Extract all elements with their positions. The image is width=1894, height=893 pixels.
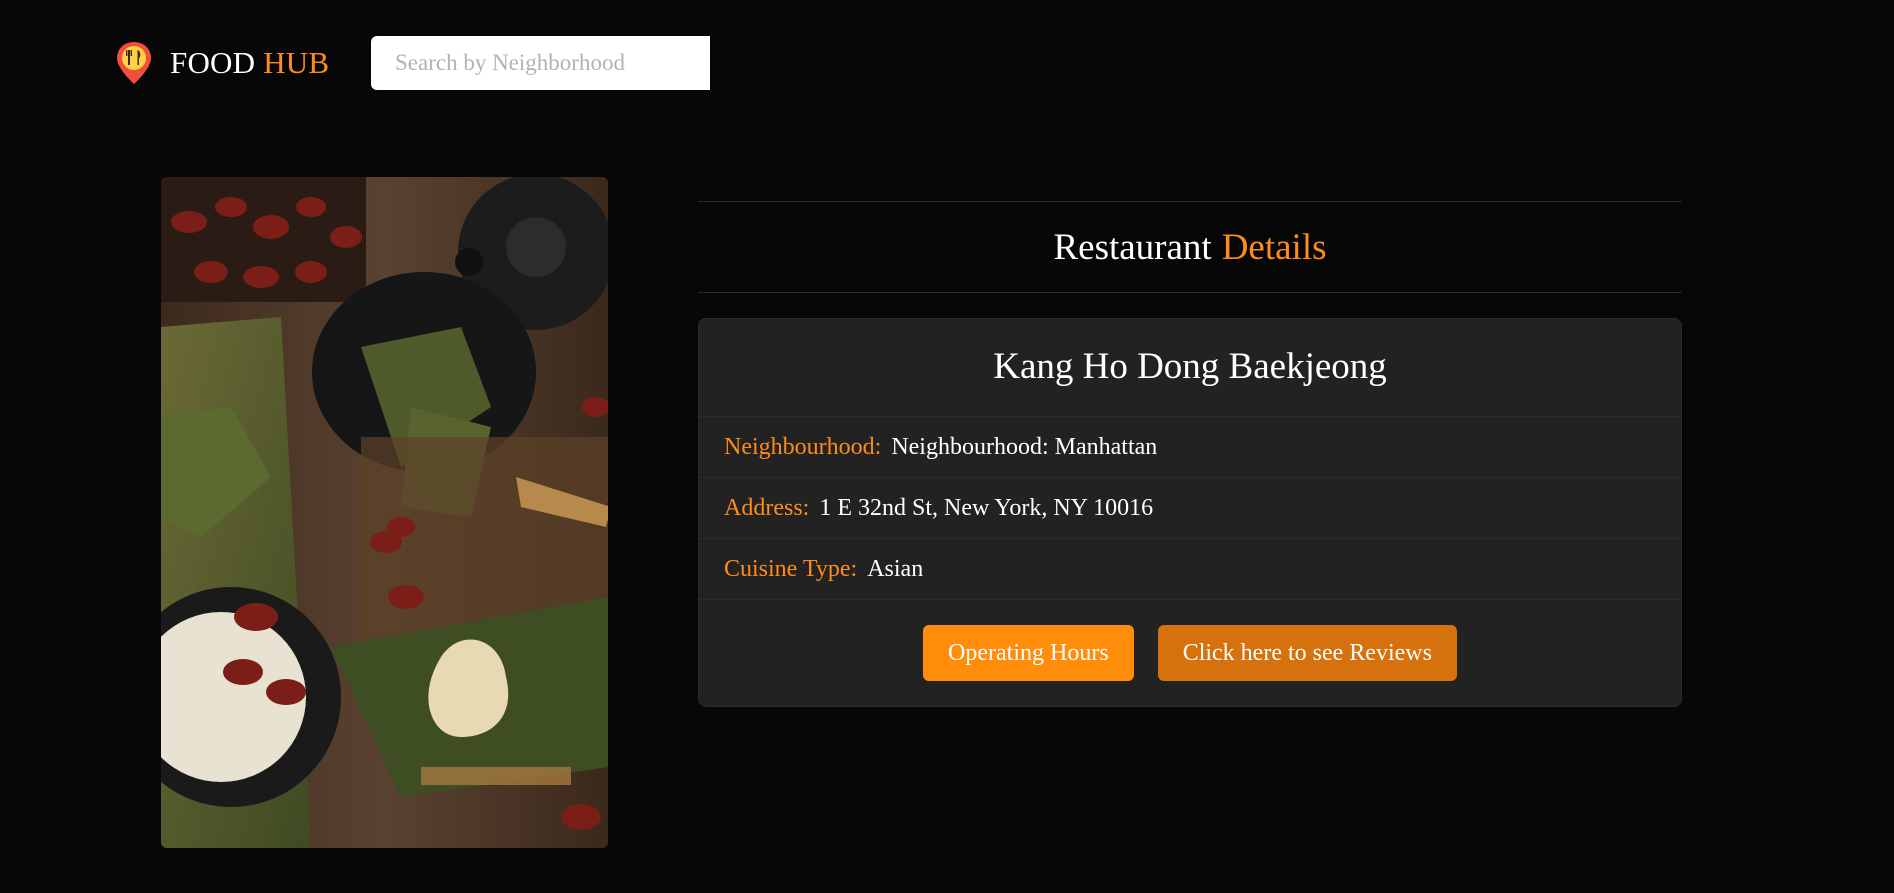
detail-row-address: Address: 1 E 32nd St, New York, NY 10016: [699, 477, 1681, 538]
food-photo-dumplings: [161, 177, 608, 848]
cuisine-value: Asian: [867, 555, 924, 582]
brand-name: FOOD HUB: [170, 45, 329, 81]
operating-hours-button[interactable]: Operating Hours: [923, 625, 1134, 681]
section-heading: Restaurant Details: [698, 201, 1682, 293]
address-label: Address:: [724, 494, 810, 521]
restaurant-details: Restaurant Details Kang Ho Dong Baekjeon…: [698, 201, 1682, 707]
action-row: Operating Hours Click here to see Review…: [699, 599, 1681, 706]
detail-row-neighbourhood: Neighbourhood: Neighbourhood: Manhattan: [699, 416, 1681, 477]
detail-row-cuisine: Cuisine Type: Asian: [699, 538, 1681, 599]
restaurant-photo: [161, 177, 608, 848]
address-value: 1 E 32nd St, New York, NY 10016: [819, 494, 1154, 521]
see-reviews-button[interactable]: Click here to see Reviews: [1157, 625, 1457, 681]
section-heading-accent: Details: [1221, 226, 1327, 268]
cuisine-label: Cuisine Type:: [724, 555, 858, 582]
brand-logo[interactable]: FOOD HUB: [114, 40, 329, 86]
brand-name-accent: HUB: [263, 45, 330, 80]
section-heading-primary: Restaurant: [1053, 226, 1212, 268]
map-pin-cutlery-icon: [117, 42, 151, 84]
search-input[interactable]: [371, 36, 710, 90]
brand-name-primary: FOOD: [170, 45, 256, 80]
neighbourhood-label: Neighbourhood:: [724, 433, 882, 460]
restaurant-card: Kang Ho Dong Baekjeong Neighbourhood: Ne…: [698, 318, 1682, 707]
restaurant-name: Kang Ho Dong Baekjeong: [993, 346, 1387, 387]
neighbourhood-value: Neighbourhood: Manhattan: [891, 433, 1158, 460]
